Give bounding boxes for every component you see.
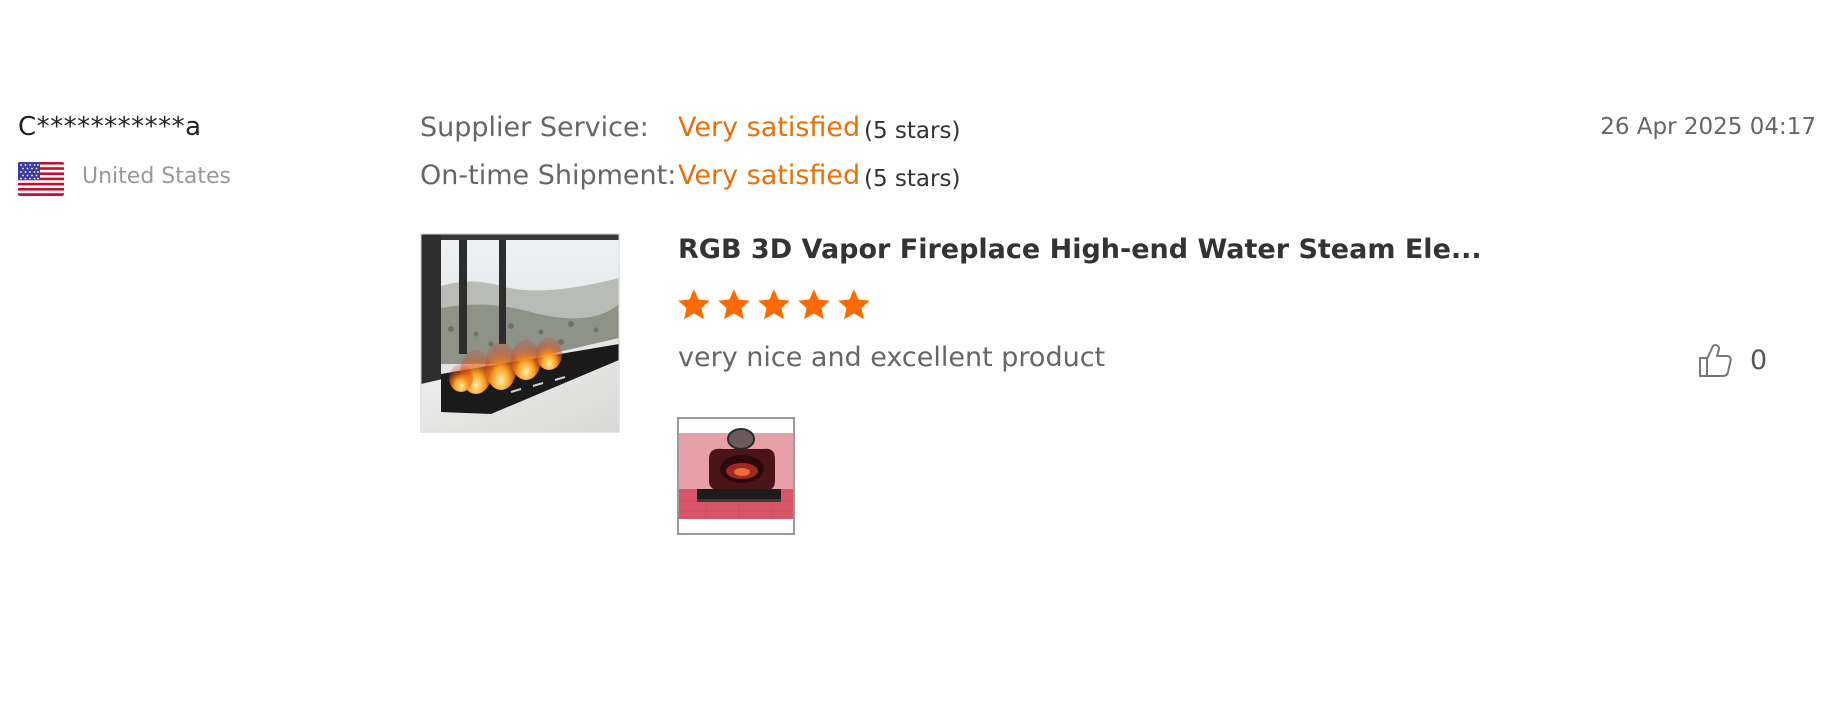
review-comment: very nice and excellent product [678,342,1106,373]
reviewer-country: United States [82,164,231,189]
product-title[interactable]: RGB 3D Vapor Fireplace High-end Water St… [678,234,1482,265]
rating-label: Supplier Service: [420,112,649,143]
rating-value: Very satisfied [678,160,861,191]
review-photo-thumbnail[interactable] [677,417,795,535]
star-icon [678,289,710,320]
reviewer-name: C***********a [18,112,202,142]
product-image[interactable] [420,233,620,433]
star-icon [718,289,750,320]
review-date: 26 Apr 2025 04:17 [1600,114,1816,140]
helpful-button[interactable]: 0 [1696,340,1767,380]
thumbs-up-icon[interactable] [1696,341,1734,379]
star-icon [838,289,870,320]
rating-stars-text: (5 stars) [864,118,961,144]
us-flag-icon [18,162,64,196]
like-count: 0 [1750,344,1768,376]
rating-label: On-time Shipment: [420,160,677,191]
review-card: C***********a United States Supplier Ser… [0,0,1840,712]
star-icon [798,289,830,320]
rating-stars-text: (5 stars) [864,166,961,192]
rating-value: Very satisfied [678,112,861,143]
star-icon [758,289,790,320]
product-rating-stars [676,287,876,323]
